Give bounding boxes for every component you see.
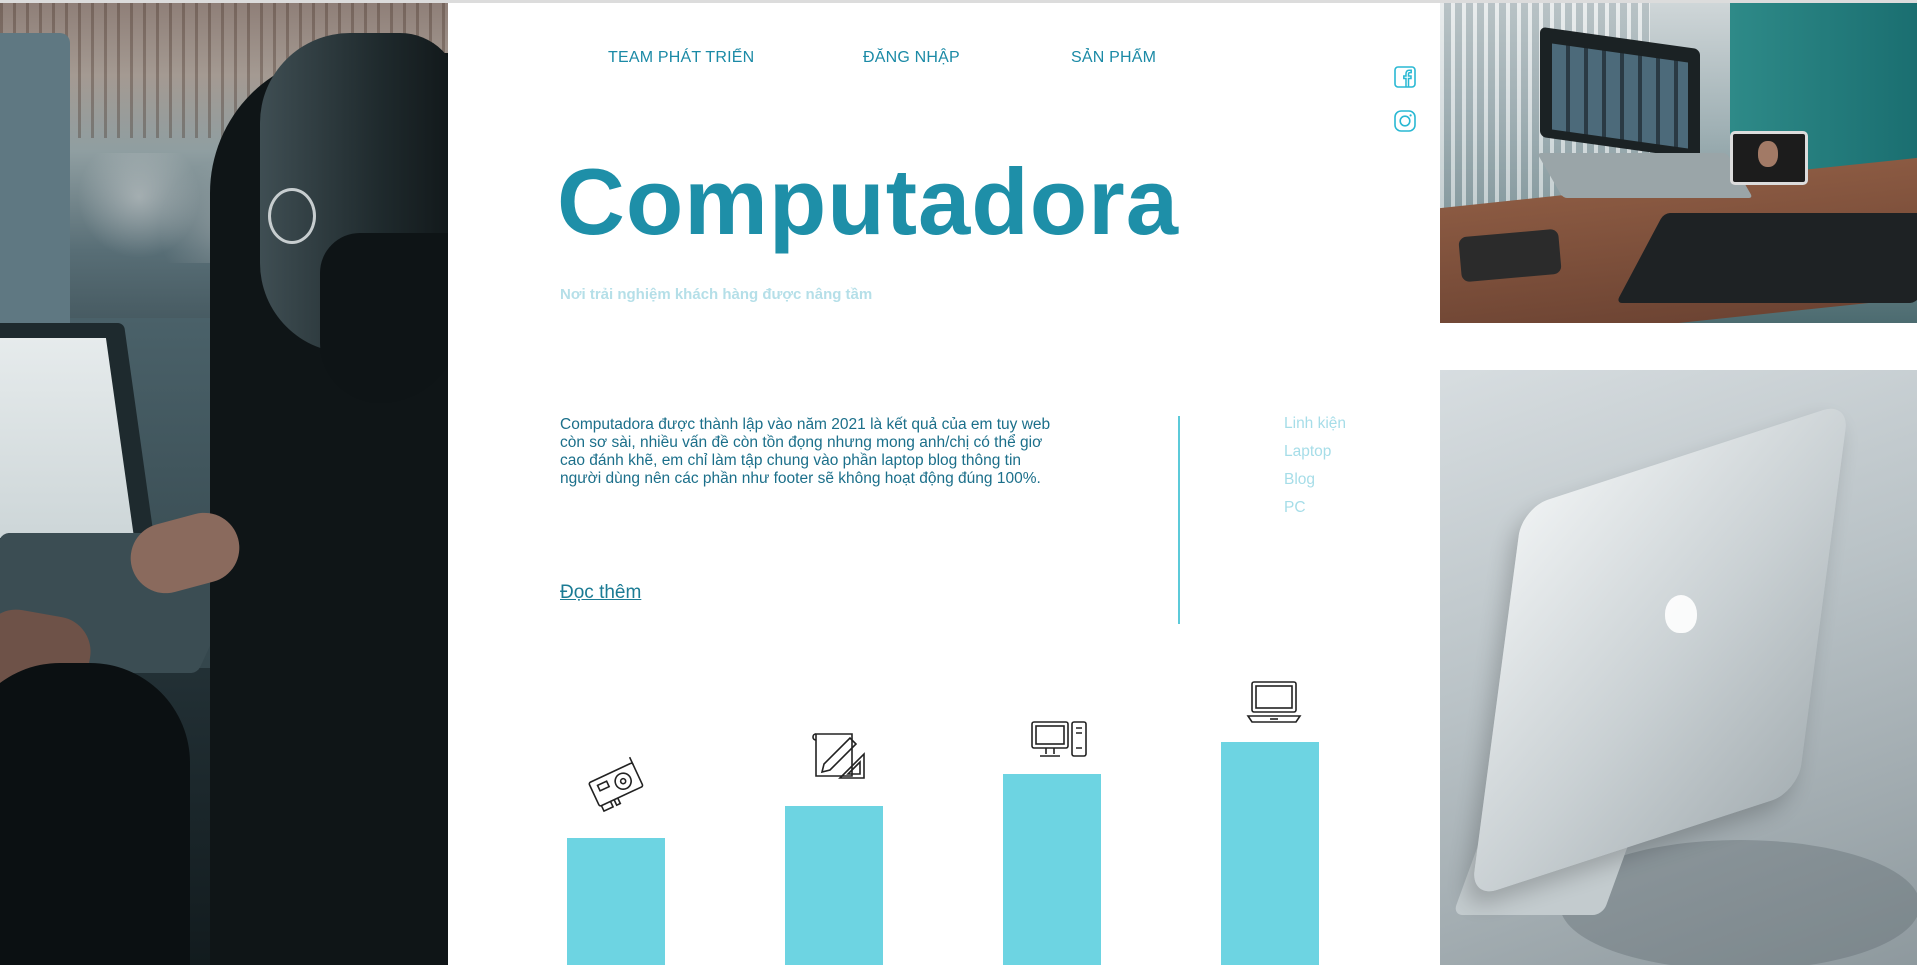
category-item-linh-kien[interactable]: Linh kiện xyxy=(1284,415,1346,443)
hero-title: Computadora xyxy=(557,149,1179,254)
category-item-pc[interactable]: PC xyxy=(1284,499,1346,527)
photo-man-working-on-laptop xyxy=(0,3,448,965)
read-more-link[interactable]: Đọc thêm xyxy=(560,582,641,604)
nav-products-link[interactable]: SẢN PHẨM xyxy=(1071,49,1156,67)
category-bar-drafting[interactable] xyxy=(785,806,883,965)
hero-subtitle: Nơi trải nghiệm khách hàng được nâng tầm xyxy=(560,286,873,303)
vertical-divider xyxy=(1178,416,1180,624)
intro-paragraph: Computadora được thành lập vào năm 2021 … xyxy=(560,416,1051,487)
instagram-icon[interactable] xyxy=(1394,110,1416,132)
apple-logo-icon xyxy=(1665,595,1697,633)
category-item-blog[interactable]: Blog xyxy=(1284,471,1346,499)
category-bar-laptop[interactable] xyxy=(1221,742,1319,965)
category-item-laptop[interactable]: Laptop xyxy=(1284,443,1346,471)
photo-macbook xyxy=(1440,370,1917,965)
category-menu: Linh kiện Laptop Blog PC xyxy=(1284,415,1346,527)
photo-laptop-on-desk xyxy=(1440,3,1917,323)
category-bar-desktop-pc[interactable] xyxy=(1003,774,1101,965)
category-bar-graphics-card[interactable] xyxy=(567,838,665,965)
facebook-icon[interactable] xyxy=(1394,66,1416,88)
drafting-icon[interactable] xyxy=(812,733,865,779)
nav-team-link[interactable]: TEAM PHÁT TRIỂN xyxy=(608,49,754,67)
laptop-icon[interactable] xyxy=(1246,681,1302,723)
nav-login-link[interactable]: ĐĂNG NHẬP xyxy=(863,49,960,67)
graphics-card-icon[interactable] xyxy=(586,756,646,813)
desktop-pc-icon[interactable] xyxy=(1031,721,1087,757)
category-bars xyxy=(567,681,1319,965)
